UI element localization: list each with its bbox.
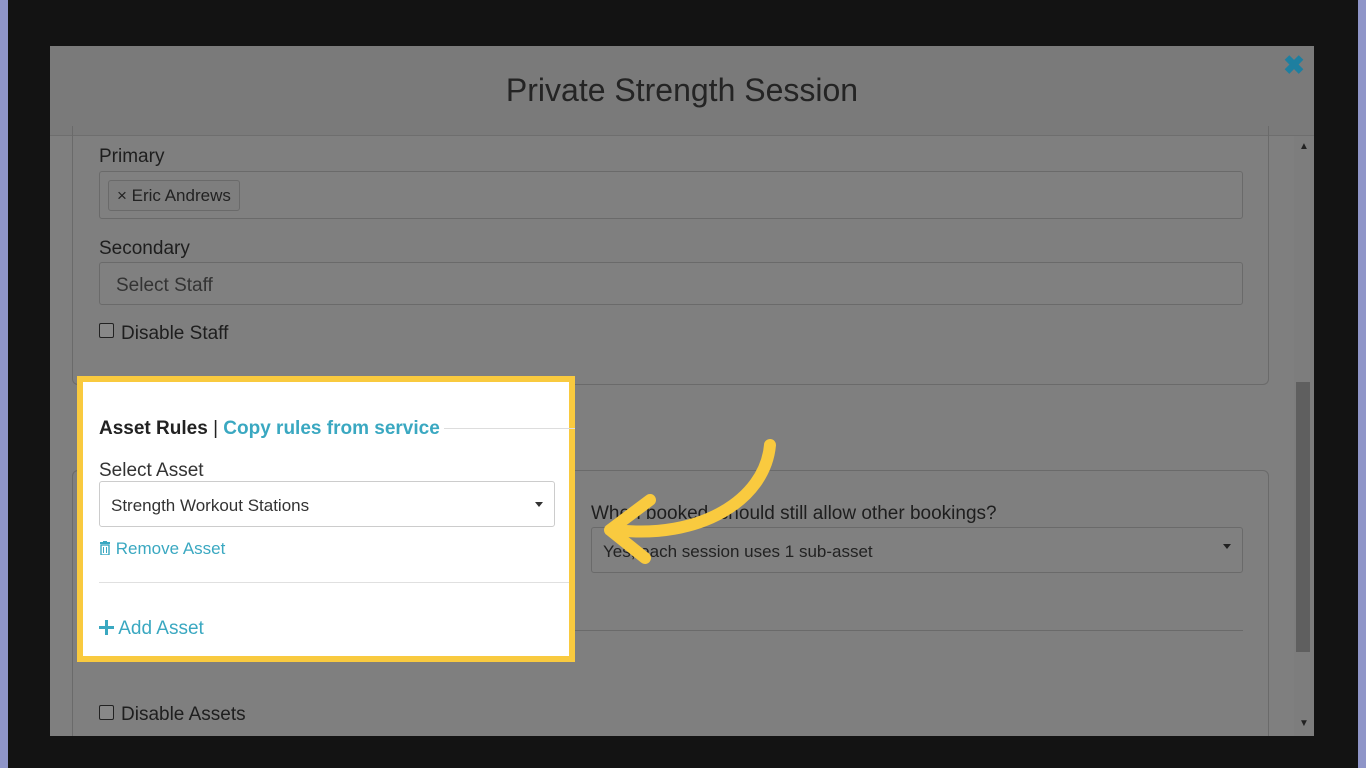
modal-title: Private Strength Session xyxy=(505,72,859,108)
secondary-staff-select[interactable]: Select Staff xyxy=(99,262,1243,305)
asset-select[interactable]: Strength Workout Stations xyxy=(99,481,555,527)
remove-asset-label: Remove Asset xyxy=(115,539,226,558)
add-asset-button[interactable]: Add Asset xyxy=(99,618,204,640)
caret-down-icon xyxy=(535,502,543,507)
plus-icon xyxy=(99,620,114,635)
copy-rules-link[interactable]: Copy rules from service xyxy=(223,418,439,439)
highlight-divider xyxy=(99,582,569,583)
scroll-down-arrow-icon[interactable]: ▼ xyxy=(1296,718,1312,732)
disable-assets-label: Disable Assets xyxy=(121,704,246,725)
add-asset-label: Add Asset xyxy=(118,618,204,639)
frame-right-edge xyxy=(1358,0,1366,768)
primary-label: Primary xyxy=(99,146,165,167)
secondary-label: Secondary xyxy=(99,238,190,259)
staff-panel: Primary × Eric Andrews Secondary Select … xyxy=(72,126,1269,385)
secondary-staff-placeholder: Select Staff xyxy=(116,275,213,296)
select-asset-label: Select Asset xyxy=(99,460,204,481)
disable-staff-checkbox[interactable] xyxy=(99,323,114,338)
asset-divider xyxy=(567,630,1243,631)
legend-separator: | xyxy=(213,418,218,439)
modal-header: Private Strength Session ✖ xyxy=(50,46,1314,136)
trash-icon xyxy=(100,541,110,556)
selected-asset-value: Strength Workout Stations xyxy=(111,496,310,515)
asset-rules-title: Asset Rules xyxy=(99,418,208,439)
disable-assets-checkbox[interactable] xyxy=(99,705,114,720)
asset-rules-legend: Asset Rules | Copy rules from service xyxy=(99,418,444,440)
primary-staff-input[interactable]: × Eric Andrews xyxy=(99,171,1243,219)
caret-down-icon xyxy=(1223,544,1231,549)
scrollbar-thumb[interactable] xyxy=(1296,382,1310,652)
scroll-up-arrow-icon[interactable]: ▲ xyxy=(1296,141,1312,155)
staff-tag[interactable]: × Eric Andrews xyxy=(108,180,240,211)
close-icon[interactable]: ✖ xyxy=(1282,52,1306,78)
remove-asset-button[interactable]: Remove Asset xyxy=(99,539,225,559)
asset-rules-highlight: Asset Rules | Copy rules from service Se… xyxy=(77,376,575,662)
pointer-arrow-icon xyxy=(604,439,776,564)
frame-left-edge xyxy=(0,0,8,768)
disable-staff-label: Disable Staff xyxy=(121,323,229,344)
